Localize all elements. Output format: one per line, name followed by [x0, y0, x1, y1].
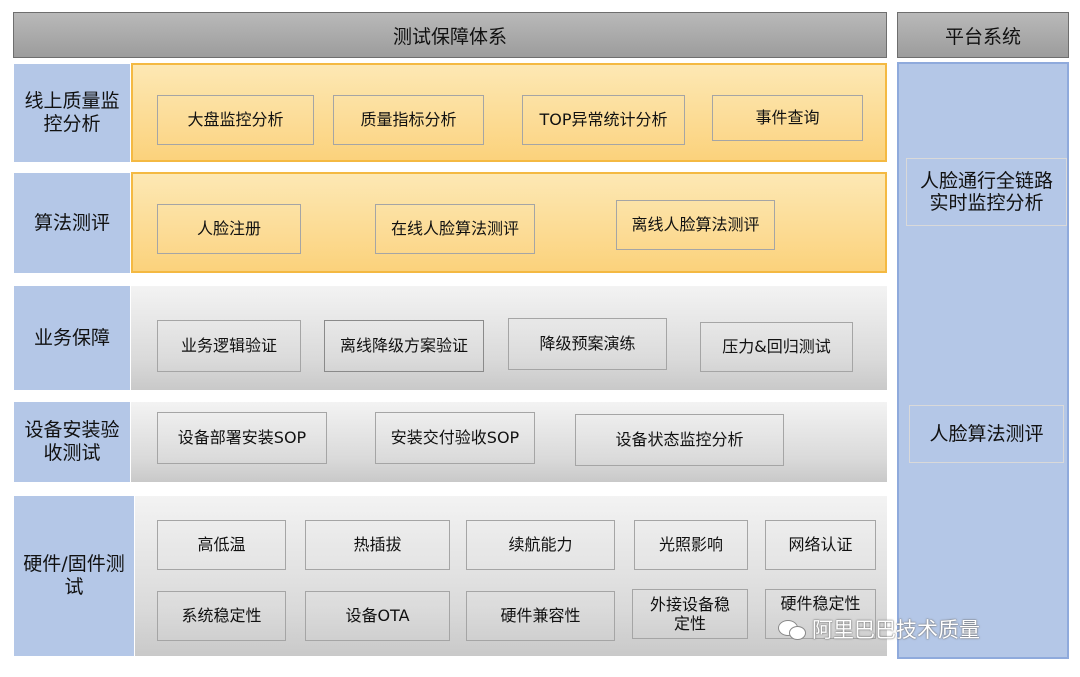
row-label-online-quality: 线上质量监控分析	[14, 64, 130, 162]
item-device-status-monitor: 设备状态监控分析	[575, 414, 784, 466]
item-online-face-algo: 在线人脸算法测评	[375, 204, 535, 254]
item-quality-metrics: 质量指标分析	[333, 95, 484, 145]
item-system-stability: 系统稳定性	[157, 591, 286, 641]
item-top-exception: TOP异常统计分析	[522, 95, 685, 145]
item-device-ota: 设备OTA	[305, 591, 450, 641]
item-battery-life: 续航能力	[466, 520, 615, 570]
item-network-cert: 网络认证	[765, 520, 876, 570]
item-event-query: 事件查询	[712, 95, 863, 141]
platform-item-face-algo-eval: 人脸算法测评	[909, 405, 1064, 463]
main-title: 测试保障体系	[392, 25, 507, 48]
item-face-register: 人脸注册	[157, 204, 301, 254]
item-offline-fallback: 离线降级方案验证	[324, 320, 484, 372]
row-label-business: 业务保障	[14, 286, 130, 390]
platform-title-bar: 平台系统	[897, 12, 1069, 58]
item-fallback-drill: 降级预案演练	[508, 318, 667, 370]
platform-panel	[897, 62, 1069, 659]
item-high-low-temp: 高低温	[157, 520, 286, 570]
row-label-device-install: 设备安装验收测试	[14, 402, 130, 482]
item-hardware-compat: 硬件兼容性	[466, 591, 615, 641]
item-external-device-stability: 外接设备稳定性	[632, 589, 748, 639]
item-offline-face-algo: 离线人脸算法测评	[616, 200, 775, 250]
item-device-deploy-sop: 设备部署安装SOP	[157, 412, 327, 464]
wechat-icon	[778, 618, 808, 640]
item-stress-regression: 压力&回归测试	[700, 322, 853, 372]
watermark-text: 阿里巴巴技术质量	[812, 618, 980, 642]
row-label-hardware: 硬件/固件测试	[14, 496, 134, 656]
platform-item-face-monitor: 人脸通行全链路实时监控分析	[906, 158, 1067, 226]
watermark: 阿里巴巴技术质量	[778, 612, 980, 646]
row-label-algorithm-eval: 算法测评	[14, 173, 130, 273]
item-business-logic: 业务逻辑验证	[157, 320, 301, 372]
item-install-acceptance-sop: 安装交付验收SOP	[375, 412, 535, 464]
item-hot-plug: 热插拔	[305, 520, 450, 570]
item-light-effect: 光照影响	[634, 520, 748, 570]
main-title-bar: 测试保障体系	[13, 12, 887, 58]
platform-title: 平台系统	[944, 25, 1021, 48]
item-dashboard-monitor: 大盘监控分析	[157, 95, 314, 145]
